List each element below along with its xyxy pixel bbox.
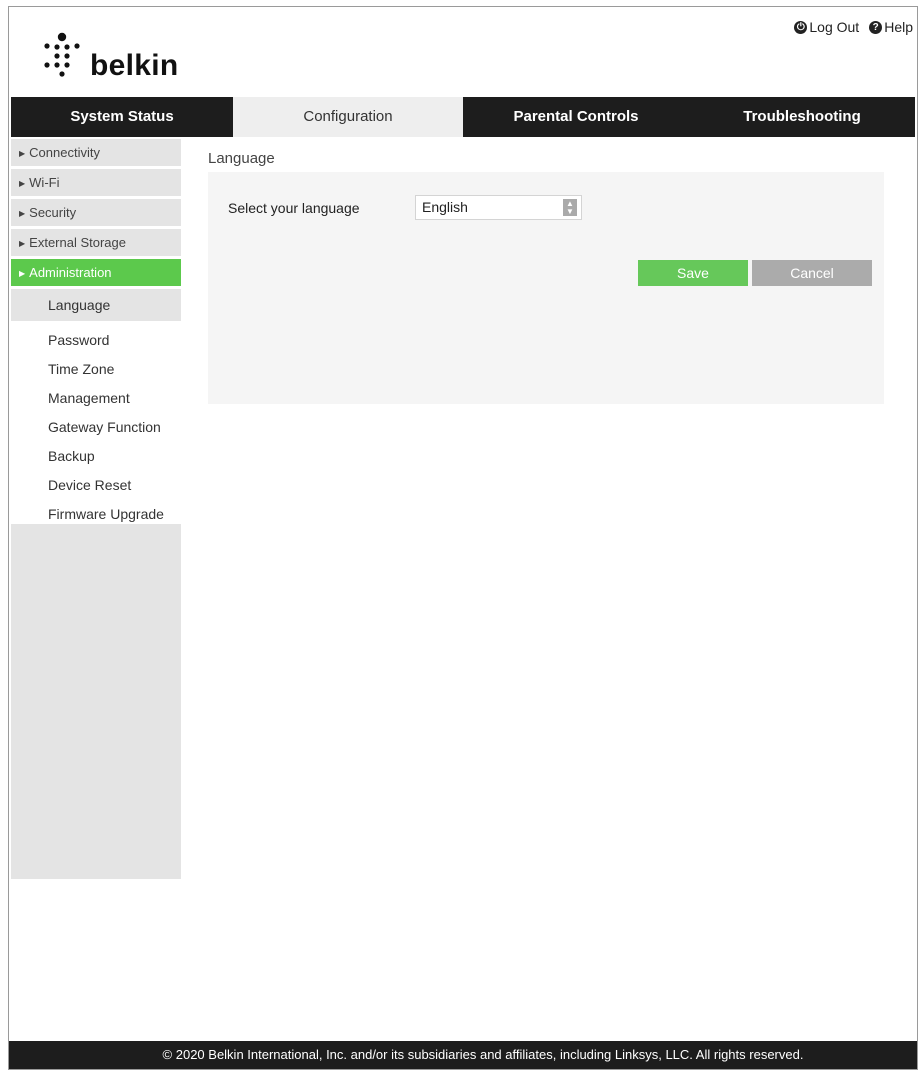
submenu-item-device-reset[interactable]: Device Reset [11, 471, 181, 500]
triangle-right-icon: ▶ [19, 239, 26, 249]
belkin-dots-icon [44, 32, 80, 77]
router-admin-window: belkin ⏻ Log Out ? Help System Status Co… [8, 6, 918, 1070]
save-button[interactable]: Save [638, 260, 748, 286]
sidebar-item-label: Wi-Fi [29, 175, 60, 190]
submenu-item-firmware-upgrade[interactable]: Firmware Upgrade [11, 500, 181, 529]
brand-name: belkin [90, 49, 179, 82]
language-select[interactable]: English ▲ ▼ [415, 195, 582, 220]
tab-parental-controls[interactable]: Parental Controls [463, 97, 689, 137]
sidebar-item-administration[interactable]: ▶ Administration [11, 259, 181, 286]
question-icon: ? [869, 20, 883, 34]
triangle-right-icon: ▶ [19, 269, 26, 279]
sidebar-item-connectivity[interactable]: ▶ Connectivity [11, 139, 181, 166]
submenu-item-backup[interactable]: Backup [11, 442, 181, 471]
sidebar-item-label: Administration [29, 265, 112, 280]
tab-configuration[interactable]: Configuration [233, 97, 463, 137]
belkin-logo: belkin [36, 29, 196, 82]
triangle-right-icon: ▶ [19, 209, 26, 219]
top-links: ⏻ Log Out ? Help [794, 19, 913, 35]
administration-submenu: Language Password Time Zone Management G… [11, 289, 181, 529]
submenu-item-management[interactable]: Management [11, 384, 181, 413]
submenu-item-gateway-function[interactable]: Gateway Function [11, 413, 181, 442]
sidebar-item-label: External Storage [29, 235, 126, 250]
sidebar-item-label: Security [29, 205, 77, 220]
language-select-value: English [422, 199, 468, 215]
up-down-arrows-icon: ▲ ▼ [563, 199, 577, 216]
sidebar: ▶ Connectivity ▶ Wi-Fi ▶ Security ▶ External… [11, 139, 181, 529]
sidebar-background [11, 524, 181, 879]
tab-troubleshooting[interactable]: Troubleshooting [689, 97, 915, 137]
sidebar-item-external-storage[interactable]: ▶ External Storage [11, 229, 181, 256]
help-link[interactable]: ? Help [869, 19, 913, 35]
language-panel: Select your language English ▲ ▼ Save Can… [208, 172, 884, 404]
page-title: Language [208, 150, 275, 167]
help-label: Help [884, 19, 913, 35]
sidebar-item-label: Connectivity [29, 145, 100, 160]
submenu-item-time-zone[interactable]: Time Zone [11, 355, 181, 384]
logout-link[interactable]: ⏻ Log Out [794, 19, 859, 35]
power-icon: ⏻ [794, 20, 808, 34]
tab-system-status[interactable]: System Status [11, 97, 233, 137]
sidebar-item-wifi[interactable]: ▶ Wi-Fi [11, 169, 181, 196]
triangle-right-icon: ▶ [19, 179, 26, 189]
main-nav-tabs: System Status Configuration Parental Con… [11, 97, 915, 137]
footer: © 2020 Belkin International, Inc. and/or… [9, 1041, 917, 1069]
cancel-button[interactable]: Cancel [752, 260, 872, 286]
copyright-text: © 2020 Belkin International, Inc. and/or… [162, 1047, 804, 1062]
language-select-label: Select your language [228, 200, 360, 216]
triangle-right-icon: ▶ [19, 149, 26, 159]
sidebar-item-security[interactable]: ▶ Security [11, 199, 181, 226]
submenu-item-language[interactable]: Language [11, 289, 181, 321]
submenu-item-password[interactable]: Password [11, 326, 181, 355]
logout-label: Log Out [809, 19, 860, 35]
